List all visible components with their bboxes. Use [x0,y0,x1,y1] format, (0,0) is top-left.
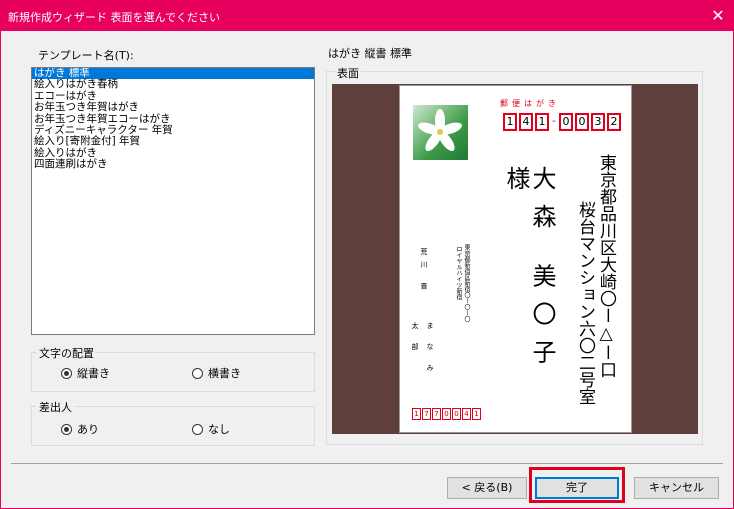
vertical-radio[interactable]: 縦書き [61,365,110,381]
back-button[interactable]: < 戻る(B) [447,477,527,499]
sender-zip-digit: 7 [422,408,431,420]
sender-no-radio[interactable]: なし [192,421,230,437]
sender-zip: 1 7 7 0 0 4 1 [412,408,481,420]
sender-name-2: まなみ [426,322,434,385]
title-bar: 新規作成ウィザード 表面を選んでください ✕ [1,1,733,31]
radio-on-icon [61,367,72,379]
zip-digit: 3 [591,113,605,131]
sender-zip-digit: 0 [452,408,461,420]
sender-no-label: なし [208,423,230,436]
sender-yes-label: あり [77,423,99,436]
sender-name-3: 太部 [411,322,419,364]
footer-divider [11,463,723,464]
recipient-name: 大森 美〇子 様 [502,166,556,378]
zip-digit: 0 [575,113,589,131]
preview-caption: はがき 縦書 標準 [328,47,412,60]
zip-digit: 0 [559,113,573,131]
sender-zip-digit: 4 [462,408,471,420]
postcard-preview: 郵便はがき 1 4 1 - 0 0 3 2 東京都品川区大崎〇ー△ー口 桜台マン… [399,85,632,433]
sender-zip-digit: 7 [432,408,441,420]
window-title: 新規作成ウィザード 表面を選んでください [8,11,220,24]
zip-digit: 1 [503,113,517,131]
preview-frame-label: 表面 [335,65,361,81]
sender-zip-digit: 0 [442,408,451,420]
sender-yes-radio[interactable]: あり [61,421,99,437]
stamp-lily-image [413,105,468,160]
template-listbox[interactable]: はがき 標準 絵入りはがき春柄 エコーはがき お年玉つき年賀はがき お年玉つき年… [31,67,315,335]
sender-name: 荒川 晋 [420,248,428,296]
sender-zip-digit: 1 [412,408,421,420]
zip-digit: 2 [607,113,621,131]
finish-highlight-box [529,467,625,503]
horizontal-radio[interactable]: 横書き [192,365,241,381]
cancel-button[interactable]: キャンセル [634,477,719,499]
close-icon[interactable]: ✕ [703,1,733,31]
template-list-label: テンプレート名(T): [38,49,134,62]
zip-digit: 4 [519,113,533,131]
postcard-label: 郵便はがき [500,99,560,108]
sender-address-line1: 東京都新宿区新宿〇ー〇ー〇 [463,244,470,322]
radio-off-icon [192,367,203,379]
text-layout-title: 文字の配置 [37,345,96,361]
radio-on-icon [61,423,72,435]
recipient-address-line2: 桜台マンション六〇二号室 [575,201,595,405]
wizard-dialog: 新規作成ウィザード 表面を選んでください ✕ テンプレート名(T): はがき 標… [0,0,734,509]
radio-off-icon [192,423,203,435]
zip-dash: - [552,114,556,127]
zip-digit: 1 [535,113,549,131]
sender-group-title: 差出人 [37,399,74,415]
sender-zip-digit: 1 [472,408,481,420]
template-item[interactable]: 四面連刷はがき [32,158,314,170]
vertical-radio-label: 縦書き [77,367,110,380]
recipient-zip: 1 4 1 - 0 0 3 2 [503,113,621,131]
recipient-address-line1: 東京都品川区大崎〇ー△ー口 [596,154,616,378]
sender-address-line2: ロイヤルハイツ新宿 [455,246,462,300]
horizontal-radio-label: 横書き [208,367,241,380]
template-item[interactable]: お年玉つき年賀はがき [32,101,314,113]
